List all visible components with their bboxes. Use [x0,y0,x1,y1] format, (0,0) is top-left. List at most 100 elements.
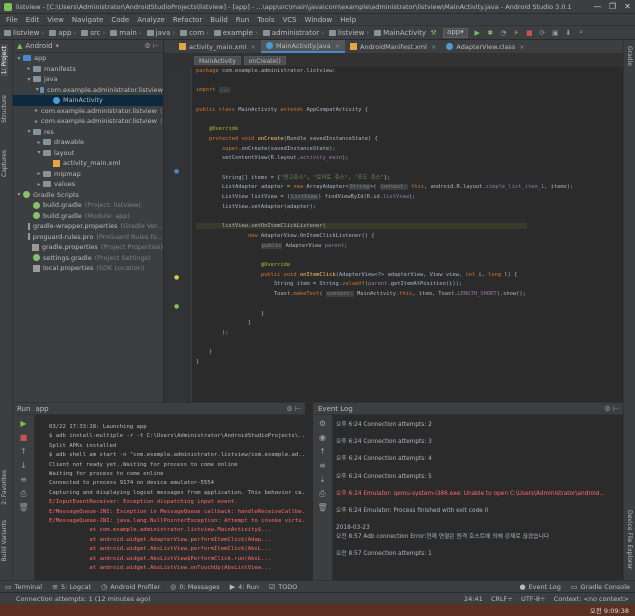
editor-tab[interactable]: MainActivity.java × [260,40,346,53]
nav-crumb[interactable]: listview › [2,29,46,37]
trash-icon[interactable]: 🗑 [318,503,328,513]
tool-tab-4-run[interactable]: ▶ 4: Run [230,583,259,591]
soft-wrap-icon[interactable]: ≡ [19,475,29,485]
expand-arrow-icon[interactable]: ▾ [15,55,23,62]
menu-item-vcs[interactable]: VCS [282,16,296,24]
menu-item-file[interactable]: File [6,16,18,24]
device-file-explorer-tab[interactable]: Device File Explorer [626,510,633,569]
tree-item[interactable]: ▸ manifests [13,64,163,75]
print-icon[interactable]: ⎙ [318,489,328,499]
menu-item-tools[interactable]: Tools [257,16,274,24]
project-view-selector[interactable]: Android [25,42,52,50]
collapse-arrow-icon[interactable]: ▸ [35,118,38,125]
close-icon[interactable]: × [519,43,524,51]
panel-settings-icon[interactable]: ⚙ ⊢ [604,405,619,413]
close-icon[interactable]: × [431,43,436,51]
nav-crumb[interactable]: java › [145,29,177,37]
menu-item-code[interactable]: Code [111,16,129,24]
build-hammer-icon[interactable]: ⚒ [429,28,438,37]
tree-item[interactable]: gradle.properties (Project Properties) [13,242,163,253]
chevron-down-icon[interactable]: ▾ [55,42,59,50]
tree-item[interactable]: ▾ res [13,127,163,138]
settings-icon[interactable]: ⚙ [318,419,328,429]
nav-crumb[interactable]: listview › [327,29,371,37]
line-separator[interactable]: CRLF÷ [491,595,513,603]
expand-arrow-icon[interactable]: ▾ [35,149,43,156]
editor-tab[interactable]: AdapterView.class × [441,40,529,53]
menu-item-edit[interactable]: Edit [26,16,40,24]
stop-icon[interactable]: ■ [19,433,29,443]
close-icon[interactable]: × [335,42,340,50]
nav-crumb[interactable]: src › [79,29,107,37]
tree-item[interactable]: ▾ com.example.administrator.listview [13,85,163,96]
tree-item[interactable]: ▸com.example.administrator.listview(test… [13,116,163,127]
implement-marker-icon[interactable]: ● [174,303,179,310]
override-marker-icon[interactable]: ● [174,168,179,175]
menu-item-view[interactable]: View [47,16,64,24]
nav-crumb[interactable]: app › [47,29,78,37]
tree-item[interactable]: build.gradle (Module: app) [13,211,163,222]
nav-crumb[interactable]: administrator › [261,29,326,37]
tree-item[interactable]: ▾ layout [13,148,163,159]
sync-icon[interactable]: ⟳ [538,28,547,37]
captures-tool-tab[interactable]: Captures [1,150,8,177]
apply-changes-icon[interactable]: ⚡ [512,28,521,37]
tree-item[interactable]: ▾ java [13,74,163,85]
file-encoding[interactable]: UTF-8÷ [521,595,545,603]
nav-crumb[interactable]: main › [108,29,143,37]
tree-item[interactable]: ▾ app [13,53,163,64]
panel-settings-icon[interactable]: ⚙ ⊢ [286,405,301,413]
search-icon[interactable]: ⌕ [577,28,586,37]
scroll-down-icon[interactable]: ↓ [19,461,29,471]
editor-tab[interactable]: AndroidManifest.xml × [345,40,441,53]
minimize-button[interactable]: — [590,2,605,11]
breadcrumb-class[interactable]: MainActivity [194,55,241,65]
event-log-entry[interactable]: 오후 6:24 Emulator: qemu-system-i386.exe: … [336,490,622,499]
tree-item[interactable]: ▸ values [13,179,163,190]
scroll-up-icon[interactable]: ↑ [318,447,328,457]
run-config-select[interactable]: app ▾ [443,27,468,38]
expand-arrow-icon[interactable]: ▾ [25,128,33,135]
tool-tab-event-log[interactable]: ● Event Log [519,583,560,591]
structure-tool-tab[interactable]: Structure [1,95,8,123]
tree-item[interactable]: proguard-rules.pro (ProGuard Rules fo... [13,232,163,243]
menu-item-analyze[interactable]: Analyze [137,16,165,24]
context-indicator[interactable]: Context: <no context> [554,595,629,603]
rerun-icon[interactable]: ▶ [19,419,29,429]
favorites-tool-tab[interactable]: 2: Favorites [1,470,8,505]
collapse-arrow-icon[interactable]: ▸ [35,139,43,146]
tree-item[interactable]: ▾ Gradle Scripts [13,190,163,201]
nav-crumb[interactable]: example › [212,29,260,37]
trash-icon[interactable]: 🗑 [19,503,29,513]
collapse-arrow-icon[interactable]: ▸ [35,181,43,188]
tree-item[interactable]: activity_main.xml [13,158,163,169]
run-config-label[interactable]: app [35,405,48,413]
panel-settings-icon[interactable]: ⚙ ⊢ [144,42,159,50]
breakpoint-marker-icon[interactable]: ● [174,274,179,281]
nav-crumb[interactable]: MainActivity [372,29,426,37]
tool-tab-5-logcat[interactable]: ≡ 5: Logcat [52,583,91,591]
tree-item[interactable]: build.gradle (Project: listview) [13,200,163,211]
collapse-arrow-icon[interactable]: ▸ [35,170,43,177]
close-icon[interactable]: × [251,43,256,51]
print-icon[interactable]: ⎙ [19,489,29,499]
project-tool-tab[interactable]: 1: Project [1,44,8,77]
build-variants-tool-tab[interactable]: Build Variants [1,520,8,561]
tree-item[interactable]: local.properties (SDK Location) [13,263,163,274]
sdk-manager-icon[interactable]: ⬇ [564,28,573,37]
avd-manager-icon[interactable]: ▣ [551,28,560,37]
tree-item[interactable]: ▸ drawable [13,137,163,148]
tool-tab-0-messages[interactable]: ◎ 0: Messages [170,583,219,591]
tree-item[interactable]: gradle-wrapper.properties (Gradle Ver... [13,221,163,232]
menu-item-run[interactable]: Run [236,16,249,24]
tool-tab-todo[interactable]: ☑ TODO [269,583,298,591]
stop-icon[interactable]: ■ [525,28,534,37]
tool-tab-terminal[interactable]: ▭ Terminal [5,583,42,591]
run-icon[interactable]: ▶ [473,28,482,37]
scroll-end-icon[interactable]: ⇣ [318,475,328,485]
debug-icon[interactable]: ✱ [486,28,495,37]
tool-tab-android-profiler[interactable]: ◷ Android Profiler [101,583,160,591]
gradle-tool-tab[interactable]: Gradle [626,46,633,66]
tree-item[interactable]: ▸ mipmap [13,169,163,180]
caret-position[interactable]: 24:41 [464,595,483,603]
